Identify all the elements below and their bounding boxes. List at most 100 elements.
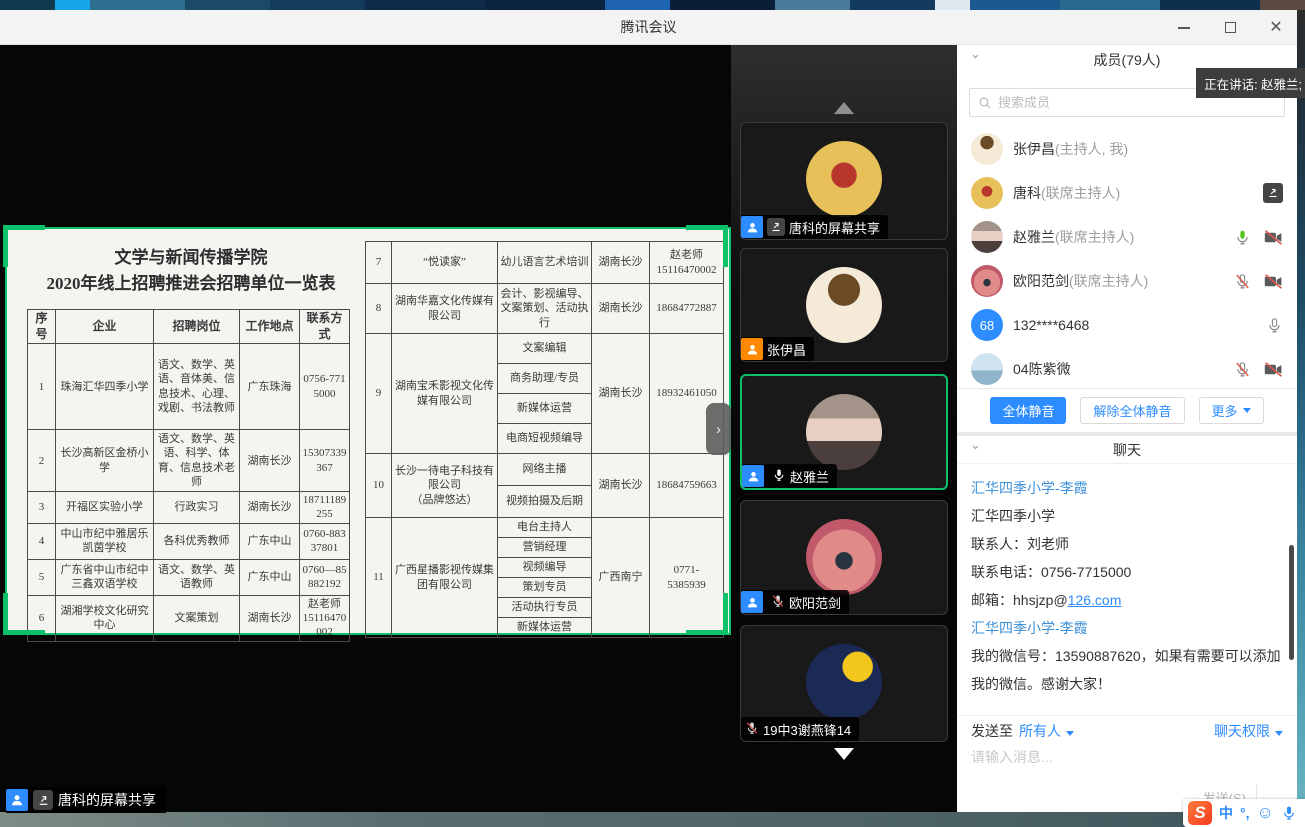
background-window-fragment bbox=[670, 0, 775, 10]
member-list: 张伊昌(主持人, 我) 唐科(联席主持人) 赵雅兰(联席主持人) bbox=[957, 127, 1297, 388]
sharing-screen-icon bbox=[1263, 183, 1283, 203]
chat-sender: 汇华四季小学-李霞 bbox=[971, 474, 1283, 502]
desktop-right-edge bbox=[1297, 10, 1305, 812]
cell: 广东珠海 bbox=[240, 344, 300, 430]
member-row[interactable]: 张伊昌(主持人, 我) bbox=[957, 127, 1297, 171]
cell: 新媒体运营 bbox=[498, 618, 592, 638]
share-border-corner bbox=[686, 225, 728, 230]
microphone-muted-icon[interactable] bbox=[1234, 273, 1251, 290]
cell: 18684759663 bbox=[650, 454, 724, 518]
table-row: 2 长沙高新区金桥小学 语文、数学、英语、科学、体育、信息技术老师 湖南长沙 1… bbox=[28, 430, 350, 492]
chat-title: 聊天 bbox=[1113, 440, 1141, 460]
maximize-button[interactable] bbox=[1219, 17, 1241, 39]
microphone-muted-icon[interactable] bbox=[1234, 361, 1251, 378]
video-tile[interactable]: 欧阳范剑 bbox=[740, 500, 948, 615]
chat-scrollbar[interactable] bbox=[1289, 545, 1294, 660]
document-title: 文学与新闻传播学院 2020年线上招聘推进会招聘单位一览表 bbox=[17, 245, 365, 298]
presenter-icon bbox=[6, 789, 28, 811]
cell: 长沙一待电子科技有限公司 （品牌悠达） bbox=[392, 454, 498, 518]
table-row: 6 湖湘学校文化研究中心 文案策划 湖南长沙 赵老师 15116470002 bbox=[28, 595, 350, 641]
avatar bbox=[806, 141, 882, 217]
member-name: 张伊昌(主持人, 我) bbox=[1013, 139, 1273, 159]
cell: 18684772887 bbox=[650, 284, 724, 334]
chat-permission-selector[interactable]: 聊天权限 bbox=[1214, 721, 1283, 741]
microphone-active-icon[interactable] bbox=[1234, 229, 1251, 246]
microphone-icon[interactable] bbox=[1266, 317, 1283, 334]
background-window-fragment bbox=[485, 0, 605, 10]
send-to-selector[interactable]: 所有人 bbox=[1019, 721, 1074, 741]
cell: 4 bbox=[28, 523, 56, 559]
cell: 策划专员 bbox=[498, 578, 592, 598]
cell: “悦读家” bbox=[392, 242, 498, 284]
table-row: 9 湖南宝禾影视文化传媒有限公司 文案编辑 湖南长沙 18932461050 bbox=[366, 334, 724, 364]
member-row[interactable]: 唐科(联席主持人) bbox=[957, 171, 1297, 215]
share-border-corner bbox=[686, 630, 728, 635]
member-row[interactable]: 欧阳范剑(联席主持人) bbox=[957, 259, 1297, 303]
chat-send-controls: 发送至 所有人 聊天权限 bbox=[957, 715, 1297, 745]
ime-language-toggle[interactable]: 中 bbox=[1219, 803, 1233, 823]
background-window-fragment bbox=[970, 0, 1060, 10]
cell: 活动执行专员 bbox=[498, 598, 592, 618]
voice-input-icon[interactable] bbox=[1281, 805, 1297, 821]
cell: 语文、数学、英语教师 bbox=[154, 559, 240, 595]
member-name: 赵雅兰(联席主持人) bbox=[1013, 227, 1224, 247]
email-link[interactable]: 126.com bbox=[1068, 592, 1122, 608]
sogou-ime-icon[interactable]: S bbox=[1188, 801, 1212, 825]
mute-all-button[interactable]: 全体静音 bbox=[990, 397, 1066, 424]
close-button[interactable]: ✕ bbox=[1265, 17, 1287, 39]
table-row: 8 湖南华嘉文化传媒有限公司 会计、影视编导、文案策划、活动执行 湖南长沙 18… bbox=[366, 284, 724, 334]
more-button[interactable]: 更多 bbox=[1199, 397, 1264, 424]
member-actions-bar: 全体静音 解除全体静音 更多 bbox=[957, 388, 1297, 432]
cell: 视频编导 bbox=[498, 558, 592, 578]
cell: 中山市纪中雅居乐凯茵学校 bbox=[56, 523, 154, 559]
cell: 联系方式 bbox=[300, 310, 350, 344]
cell: 0760—85882192 bbox=[300, 559, 350, 595]
minimize-button[interactable] bbox=[1173, 17, 1195, 39]
unmute-all-button[interactable]: 解除全体静音 bbox=[1080, 397, 1184, 424]
tile-name-label: 19中3谢燕锋14 bbox=[741, 717, 859, 741]
chat-header: ⌄ 聊天 bbox=[957, 436, 1297, 464]
background-window-fragment bbox=[365, 0, 485, 10]
background-window-fragment bbox=[775, 0, 850, 10]
cell: 9 bbox=[366, 334, 392, 454]
camera-off-icon[interactable] bbox=[1264, 230, 1283, 245]
chat-input-area[interactable] bbox=[957, 745, 1297, 785]
ime-punctuation-toggle[interactable]: °, bbox=[1240, 805, 1250, 821]
video-tile[interactable]: 张伊昌 bbox=[740, 248, 948, 362]
collapse-filmstrip-button[interactable]: › bbox=[706, 403, 731, 455]
message-input[interactable] bbox=[971, 749, 1283, 765]
camera-off-icon[interactable] bbox=[1264, 362, 1283, 377]
meeting-main-area: 文学与新闻传播学院 2020年线上招聘推进会招聘单位一览表 序号 企业 招聘岗位… bbox=[0, 45, 1297, 812]
document-title-line1: 文学与新闻传播学院 bbox=[17, 245, 365, 271]
chat-message-line: 联系电话：0756-7715000 bbox=[971, 558, 1283, 586]
cell: 18711189255 bbox=[300, 492, 350, 524]
recruit-table-right: 7 “悦读家” 幼儿语言艺术培训 湖南长沙 赵老师 15116470002 8 … bbox=[365, 241, 724, 638]
share-border-corner bbox=[3, 225, 8, 267]
cell: 珠海汇华四季小学 bbox=[56, 344, 154, 430]
chevron-down-icon bbox=[1243, 408, 1251, 413]
ime-toolbar: S 中 °, ☺ bbox=[1183, 799, 1305, 827]
cell: 文案编辑 bbox=[498, 334, 592, 364]
participant-name: 19中3谢燕锋14 bbox=[763, 720, 851, 739]
avatar bbox=[806, 519, 882, 595]
cell: 赵老师 15116470002 bbox=[300, 595, 350, 641]
background-window-fragment bbox=[1160, 0, 1260, 10]
camera-off-icon[interactable] bbox=[1264, 274, 1283, 289]
video-tile[interactable]: 唐科的屏幕共享 bbox=[740, 122, 948, 240]
tile-name-label: 欧阳范剑 bbox=[741, 590, 849, 614]
microphone-on-icon bbox=[772, 468, 786, 485]
emoji-icon[interactable]: ☺ bbox=[1257, 803, 1274, 823]
collapse-chat-icon[interactable]: ⌄ bbox=[970, 437, 981, 453]
members-title: 成员(79人) bbox=[1094, 50, 1161, 70]
scroll-down-icon[interactable] bbox=[834, 748, 854, 760]
video-tile-speaking[interactable]: 赵雅兰 bbox=[740, 374, 948, 490]
video-tile[interactable]: 19中3谢燕锋14 bbox=[740, 625, 948, 742]
member-row[interactable]: 赵雅兰(联席主持人) bbox=[957, 215, 1297, 259]
video-filmstrip: 唐科的屏幕共享 张伊昌 bbox=[731, 45, 957, 812]
member-row[interactable]: 04陈紫微 bbox=[957, 347, 1297, 388]
avatar bbox=[971, 265, 1003, 297]
avatar bbox=[806, 394, 882, 470]
collapse-members-icon[interactable]: ⌄ bbox=[970, 46, 981, 62]
member-row[interactable]: 68 132****6468 bbox=[957, 303, 1297, 347]
scroll-up-icon[interactable] bbox=[834, 102, 854, 114]
